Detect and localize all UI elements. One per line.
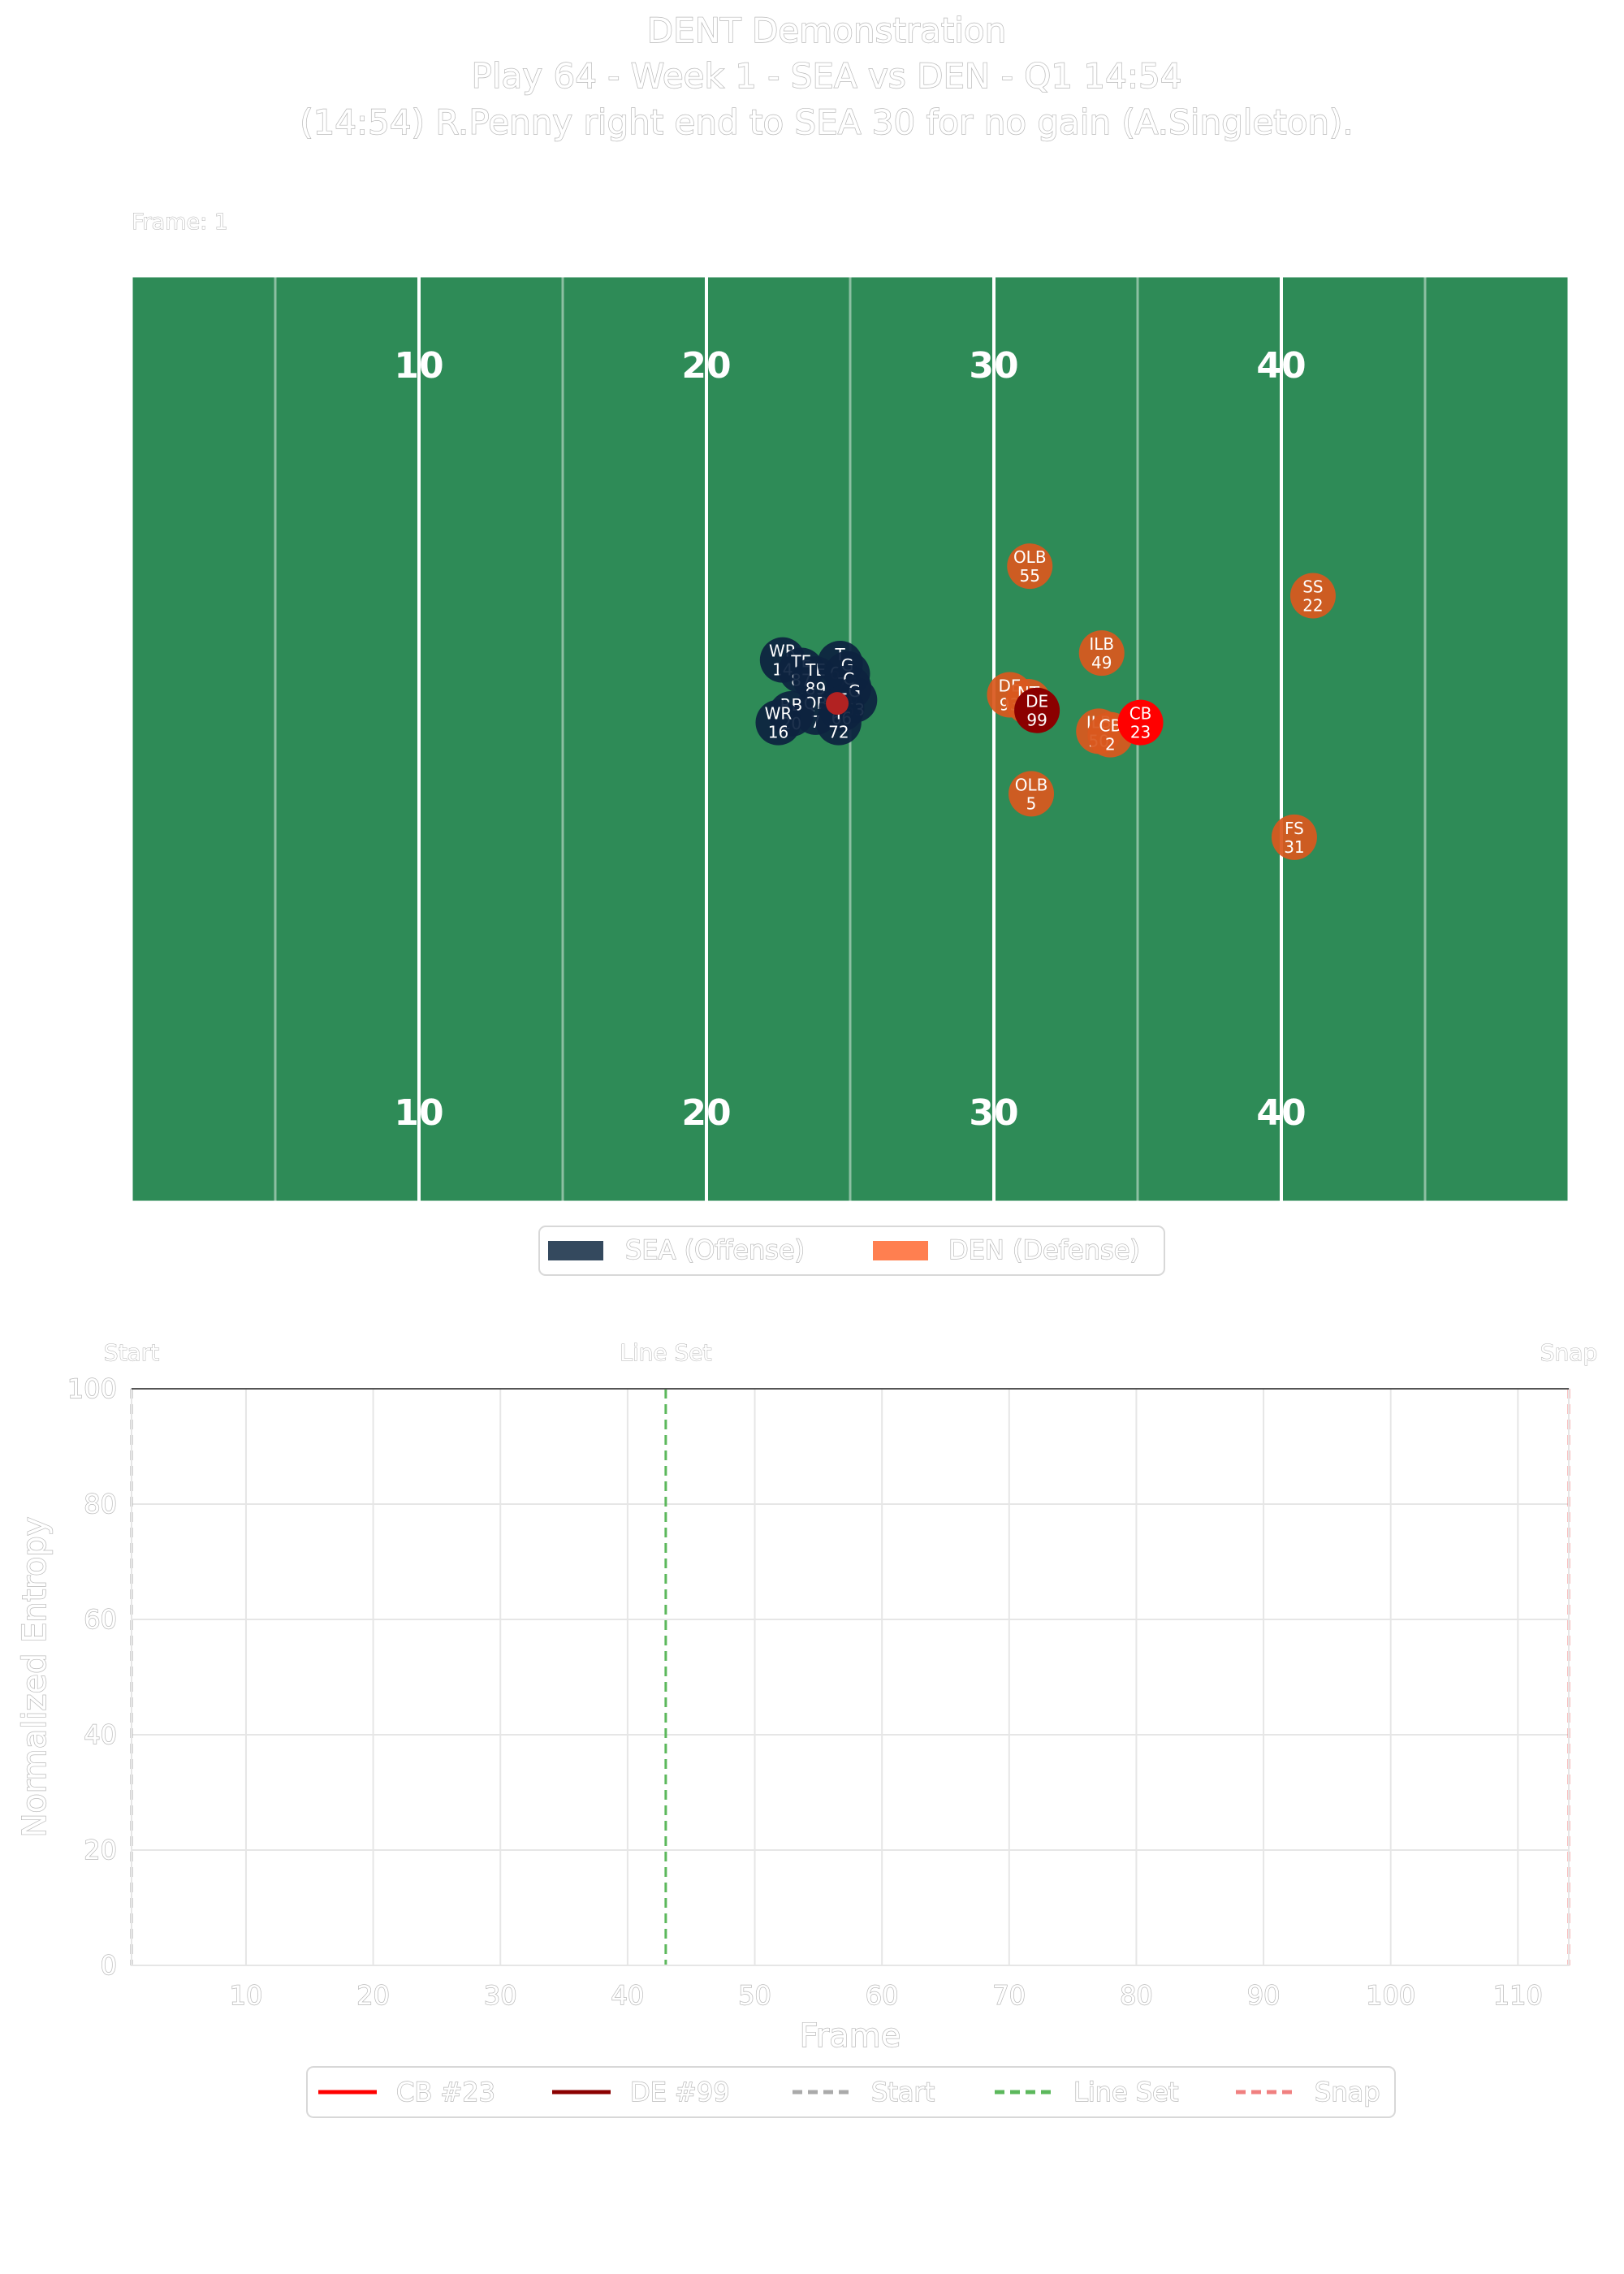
entropy-legend: CB #23 DE #99 Start Line Set Snap [306,2066,1396,2118]
event-label-line-set: Line Set [620,1339,711,1366]
yard-number-top: 20 [681,345,731,387]
y-tick-label: 100 [67,1373,117,1404]
y-tick-label: 40 [84,1719,117,1750]
player-marker-ss-22: SS22 [1289,573,1336,619]
player-number-label: 99 [1026,711,1047,730]
frame-label: Frame: 1 [132,210,228,235]
player-position-label: DE [1026,692,1048,711]
x-tick-label: 100 [1366,1980,1415,2011]
player-marker-cb-23: CB23 [1117,699,1164,746]
y-tick-label: 20 [84,1835,117,1865]
player-position-label: OLB [1013,547,1047,567]
yard-number-top: 40 [1256,345,1306,387]
player-number-label: 2 [1105,735,1116,754]
defense-legend-label: DEN (Defense) [948,1234,1140,1265]
x-tick-label: 90 [1247,1980,1281,2011]
x-tick-label: 70 [992,1980,1026,2011]
offense-swatch [548,1241,603,1260]
play-description: (14:54) R.Penny right end to SEA 30 for … [300,102,1354,142]
field-plot: 1010202030304040 WR14TE87TE89QB7RB20WR16… [130,275,1570,1204]
x-tick-label: 60 [866,1980,899,2011]
field-legend: SEA (Offense) DEN (Defense) [538,1226,1165,1276]
figure: DENT Demonstration Play 64 - Week 1 - SE… [15,10,1598,2118]
y-tick-label: 0 [101,1950,117,1981]
legend-entry-label: Line Set [1073,2077,1178,2108]
legend-entry-label: Snap [1315,2077,1380,2108]
play-subtitle: Play 64 - Week 1 - SEA vs DEN - Q1 14:54 [472,56,1182,96]
x-axis-label: Frame [800,2017,901,2055]
offense-legend-label: SEA (Offense) [625,1234,805,1265]
player-number-label: 23 [1130,723,1151,742]
player-marker-wr-16: WR16 [755,699,801,746]
yard-number-bottom: 40 [1256,1092,1306,1134]
x-tick-label: 40 [611,1980,645,2011]
x-tick-label: 80 [1120,1980,1153,2011]
player-position-label: SS [1302,577,1323,597]
defense-swatch [873,1241,928,1260]
player-marker-de-99: DE99 [1014,687,1060,733]
y-tick-label: 80 [84,1489,117,1520]
legend-entry-label: CB #23 [396,2077,495,2108]
yard-number-bottom: 20 [681,1092,731,1134]
player-number-label: 55 [1020,566,1040,586]
event-label-start: Start [104,1339,159,1366]
entropy-chart: Start Line Set Snap 10 20 30 40 50 60 70 80 90 100 1… [15,1339,1597,2056]
yard-number-top: 10 [394,345,443,387]
yard-number-bottom: 10 [394,1092,443,1134]
player-number-label: 5 [1026,793,1037,813]
figure-title: DENT Demonstration [647,11,1007,50]
player-marker-ilb-49: ILB49 [1078,630,1125,677]
x-tick-label: 30 [484,1980,517,2011]
y-tick-label: 60 [84,1604,117,1635]
player-number-label: 72 [828,723,849,742]
legend-entry-label: Start [871,2077,935,2108]
player-marker-olb-5: OLB5 [1009,771,1055,817]
x-tick-label: 50 [738,1980,771,2011]
x-tick-label: 20 [356,1980,390,2011]
entropy-plot-area [132,1389,1569,1965]
player-position-label: FS [1285,819,1304,838]
x-tick-label: 110 [1493,1980,1543,2011]
player-number-label: 22 [1302,596,1323,616]
player-marker-fs-31: FS31 [1271,814,1317,860]
player-position-label: ILB [1089,634,1114,654]
event-label-snap: Snap [1540,1339,1597,1366]
yard-number-top: 30 [969,345,1018,387]
player-number-label: 31 [1284,837,1304,857]
legend-entry-label: DE #99 [630,2077,730,2108]
yard-number-bottom: 30 [969,1092,1018,1134]
player-number-label: 49 [1091,653,1112,672]
player-position-label: WR [765,704,793,724]
football [826,692,849,715]
player-position-label: CB [1129,704,1152,724]
player-marker-olb-55: OLB55 [1007,543,1053,590]
y-axis-label: Normalized Entropy [16,1517,54,1838]
player-number-label: 16 [768,723,788,742]
x-tick-label: 10 [230,1980,263,2011]
player-position-label: OLB [1015,775,1048,794]
